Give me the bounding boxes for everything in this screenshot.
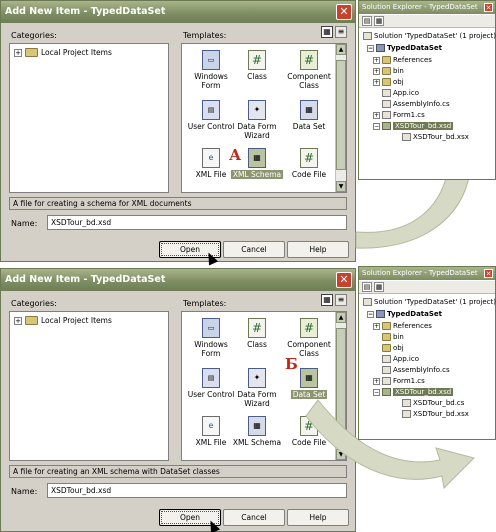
file-icon [402,410,411,418]
folder-icon [382,56,391,64]
solution-explorer-title: Solution Explorer - TypedDataSet [359,267,495,280]
solution-item[interactable]: + Form1.cs [373,376,425,386]
show-all-files-icon[interactable]: ▦ [374,282,384,292]
collapse-icon[interactable]: − [367,44,374,52]
solution-item-label: App.ico [393,89,419,97]
solution-node[interactable]: Solution 'TypedDataSet' (1 project) [363,31,496,41]
solution-item-label: References [393,56,432,64]
collapse-icon[interactable]: − [373,122,380,130]
solution-item-label: XSDTour_bd.xsx [413,133,469,141]
solution-item-label: XSDTour_bd.cs [413,399,465,407]
file-icon [402,133,411,141]
solution-label: Solution 'TypedDataSet' (1 project) [374,32,496,40]
expand-icon[interactable]: + [373,111,380,119]
properties-icon[interactable]: ▤ [362,282,372,292]
solution-explorer-toolbar: ▤ ▦ [359,15,495,28]
expand-icon[interactable]: + [373,377,380,385]
solution-item[interactable]: App.ico [373,354,419,364]
solution-explorer-2: Solution Explorer - TypedDataSet ✕ ▤ ▦ S… [358,266,496,440]
solution-item[interactable]: + obj [373,77,404,87]
solution-item[interactable]: XSDTour_bd.cs [393,398,464,408]
solution-item[interactable]: − XSDTour_bd.xsd [373,387,454,397]
schema-file-icon [382,122,391,130]
folder-icon [382,333,391,341]
solution-item-label: bin [393,67,404,75]
folder-icon [382,322,391,330]
file-icon [382,111,391,119]
file-icon [382,355,391,363]
solution-item[interactable]: XSDTour_bd.xsx [393,132,469,142]
project-icon [376,310,385,318]
solution-label: Solution 'TypedDataSet' (1 project) [374,298,496,306]
properties-icon[interactable]: ▤ [362,16,372,26]
folder-icon [382,78,391,86]
file-icon [402,399,411,407]
close-icon[interactable]: ✕ [484,269,493,278]
solution-item[interactable]: + bin [373,66,404,76]
collapse-icon[interactable]: − [367,310,374,318]
solution-item-label: XSDTour_bd.xsd [393,388,454,396]
solution-item[interactable]: + Form1.cs [373,110,425,120]
solution-item-label: obj [393,344,404,352]
project-icon [376,44,385,52]
solution-item-label: Form1.cs [393,377,425,385]
expand-icon[interactable]: + [373,322,380,330]
file-icon [382,89,391,97]
solution-icon [363,298,372,306]
solution-item-label: bin [393,333,404,341]
file-icon [382,366,391,374]
solution-item[interactable]: + References [373,55,432,65]
solution-item-label: AssemblyInfo.cs [393,100,450,108]
solution-explorer-1: Solution Explorer - TypedDataSet ✕ ▤ ▦ S… [358,0,496,180]
solution-item-label: Form1.cs [393,111,425,119]
solution-item-label: obj [393,78,404,86]
project-node[interactable]: − TypedDataSet [367,43,442,53]
solution-item[interactable]: XSDTour_bd.xsx [393,409,469,419]
project-label: TypedDataSet [387,310,443,318]
folder-icon [382,67,391,75]
close-icon[interactable]: ✕ [484,3,493,12]
expand-icon[interactable]: + [373,67,380,75]
solution-item[interactable]: AssemblyInfo.cs [373,365,450,375]
project-label: TypedDataSet [387,44,443,52]
solution-item-label: References [393,322,432,330]
solution-item[interactable]: bin [373,332,404,342]
solution-item[interactable]: App.ico [373,88,419,98]
solution-icon [363,32,372,40]
solution-item-label: AssemblyInfo.cs [393,366,450,374]
solution-node[interactable]: Solution 'TypedDataSet' (1 project) [363,297,496,307]
solution-item[interactable]: + References [373,321,432,331]
solution-item[interactable]: obj [373,343,404,353]
show-all-files-icon[interactable]: ▦ [374,16,384,26]
solution-explorer-toolbar: ▤ ▦ [359,281,495,294]
solution-item[interactable]: − XSDTour_bd.xsd [373,121,454,131]
solution-item-label: XSDTour_bd.xsx [413,410,469,418]
collapse-icon[interactable]: − [373,388,380,396]
expand-icon[interactable]: + [373,78,380,86]
solution-explorer-title: Solution Explorer - TypedDataSet [359,1,495,14]
solution-item[interactable]: AssemblyInfo.cs [373,99,450,109]
file-icon [382,377,391,385]
schema-file-icon [382,388,391,396]
folder-icon [382,344,391,352]
file-icon [382,100,391,108]
project-node[interactable]: − TypedDataSet [367,309,442,319]
expand-icon[interactable]: + [373,56,380,64]
solution-item-label: XSDTour_bd.xsd [393,122,454,130]
solution-item-label: App.ico [393,355,419,363]
